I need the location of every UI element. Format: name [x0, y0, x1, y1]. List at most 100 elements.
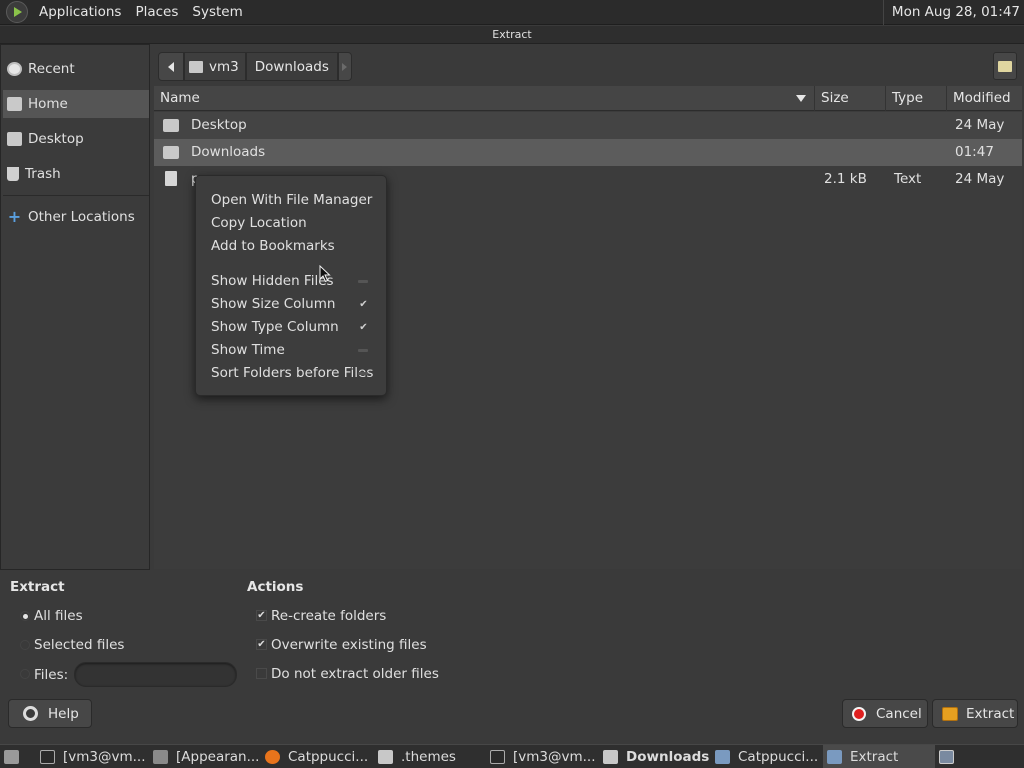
overwrite-files-label[interactable]: Overwrite existing files: [271, 634, 427, 656]
help-button-label: Help: [48, 705, 79, 722]
taskbar-item-label: Catppucci...: [738, 748, 819, 765]
sidebar-item-other-locations[interactable]: + Other Locations: [3, 203, 149, 231]
recreate-folders-label[interactable]: Re-create folders: [271, 605, 386, 627]
extract-archive-icon: [942, 706, 958, 721]
text-file-icon: [165, 171, 177, 186]
menu-applications[interactable]: Applications: [32, 0, 128, 25]
menu-item-label: Open With File Manager: [211, 192, 373, 208]
sidebar-divider: [3, 195, 149, 196]
home-icon: [189, 60, 203, 73]
menu-item-show-time[interactable]: Show Time: [211, 339, 381, 362]
sidebar-item-label: Recent: [28, 61, 75, 77]
selected-files-radio[interactable]: [20, 640, 30, 650]
files-pattern-input[interactable]: [74, 662, 237, 687]
cancel-icon: [852, 706, 866, 721]
file-name: Downloads: [191, 144, 266, 160]
taskbar-item-downloads[interactable]: Downloads: [599, 745, 711, 768]
menu-item-label: Copy Location: [211, 215, 307, 231]
file-name: Desktop: [191, 117, 247, 133]
folder-icon: [163, 146, 179, 159]
no-older-files-label[interactable]: Do not extract older files: [271, 663, 439, 685]
menu-item-open-with-file-manager[interactable]: Open With File Manager: [211, 189, 381, 212]
home-folder-icon: [7, 97, 22, 111]
path-bar: vm3 Downloads: [158, 52, 352, 81]
file-modified: 01:47: [955, 144, 994, 160]
path-forward-button[interactable]: [337, 52, 352, 81]
file-modified: 24 May: [955, 117, 1005, 133]
files-pattern-label[interactable]: Files:: [34, 664, 68, 686]
all-files-label[interactable]: All files: [34, 605, 83, 627]
menu-item-label: Show Type Column: [211, 319, 339, 335]
cancel-button[interactable]: Cancel: [842, 699, 928, 728]
show-desktop-icon: [4, 749, 19, 764]
folder-icon: [163, 119, 179, 132]
taskbar-item-label: Catppucci...: [288, 748, 369, 765]
clock[interactable]: Mon Aug 28, 01:47: [882, 0, 1024, 25]
menu-item-show-type-column[interactable]: Show Type Column ✔: [211, 316, 381, 339]
menu-item-sort-folders-before-files[interactable]: Sort Folders before Files: [211, 362, 381, 385]
unchecked-icon: [358, 276, 369, 287]
selected-files-label[interactable]: Selected files: [34, 634, 124, 656]
sidebar-item-trash[interactable]: Trash: [3, 160, 149, 188]
checkmark-icon: ✔: [359, 299, 368, 310]
column-header-name[interactable]: Name: [154, 86, 814, 111]
extract-section-title: Extract: [10, 579, 65, 595]
taskbar-item-extract[interactable]: Extract: [823, 745, 935, 768]
show-desktop-button[interactable]: [0, 745, 36, 768]
recreate-folders-checkbox[interactable]: ✔: [256, 610, 267, 621]
extract-button[interactable]: Extract: [932, 699, 1018, 728]
column-header-type[interactable]: Type: [885, 86, 946, 111]
taskbar-item-label: .themes: [401, 748, 456, 765]
menu-item-label: Sort Folders before Files: [211, 365, 374, 381]
unchecked-icon: [358, 368, 369, 379]
menu-item-label: Add to Bookmarks: [211, 238, 335, 254]
help-lifebuoy-icon: [23, 706, 38, 721]
taskbar-item-label: [Appearan...: [176, 748, 260, 765]
file-modified: 24 May: [955, 171, 1005, 187]
path-segment-home[interactable]: vm3: [184, 52, 246, 81]
sidebar-item-recent[interactable]: Recent: [3, 55, 149, 83]
distro-logo-icon[interactable]: [6, 1, 28, 23]
column-header-modified[interactable]: Modified: [946, 86, 1022, 111]
sidebar-item-home[interactable]: Home: [3, 90, 149, 118]
sidebar-item-desktop[interactable]: Desktop: [3, 125, 149, 153]
taskbar-item-archive-manager[interactable]: Catppucci...: [711, 745, 823, 768]
taskbar-item-label: [vm3@vm...: [63, 748, 146, 765]
menu-item-show-size-column[interactable]: Show Size Column ✔: [211, 293, 381, 316]
menu-system[interactable]: System: [185, 0, 249, 25]
column-header-size[interactable]: Size: [814, 86, 885, 111]
cancel-button-label: Cancel: [876, 705, 922, 722]
places-sidebar: Recent Home Desktop Trash + Other Locati…: [0, 44, 150, 570]
folder-icon: [603, 749, 618, 764]
folder-icon: [378, 749, 393, 764]
menu-item-show-hidden-files[interactable]: Show Hidden Files: [211, 270, 381, 293]
menu-item-copy-location[interactable]: Copy Location: [211, 212, 381, 235]
taskbar-item-terminal-1[interactable]: [vm3@vm...: [36, 745, 149, 768]
workspace-icon: [939, 749, 954, 764]
taskbar-item-appearance[interactable]: [Appearan...: [149, 745, 261, 768]
taskbar-item-themes-folder[interactable]: .themes: [374, 745, 486, 768]
window-title: Extract: [0, 26, 1024, 44]
sidebar-item-label: Desktop: [28, 131, 84, 147]
workspace-switcher[interactable]: [935, 745, 963, 768]
help-button[interactable]: Help: [8, 699, 92, 728]
overwrite-files-checkbox[interactable]: ✔: [256, 639, 267, 650]
create-folder-button[interactable]: [993, 52, 1017, 80]
path-back-button[interactable]: [158, 52, 184, 81]
taskbar-item-firefox[interactable]: Catppucci...: [261, 745, 374, 768]
actions-section-title: Actions: [247, 579, 304, 595]
new-folder-icon: [998, 60, 1012, 72]
table-row[interactable]: Downloads 01:47: [154, 139, 1022, 166]
no-older-files-checkbox[interactable]: [256, 668, 267, 679]
terminal-icon: [40, 749, 55, 764]
file-list-header: Name Size Type Modified: [154, 86, 1022, 111]
path-segment-downloads[interactable]: Downloads: [245, 52, 338, 81]
menu-item-add-to-bookmarks[interactable]: Add to Bookmarks: [211, 235, 381, 258]
menu-places[interactable]: Places: [128, 0, 185, 25]
plus-icon: +: [7, 207, 22, 226]
all-files-radio[interactable]: [20, 611, 30, 621]
files-pattern-radio[interactable]: [20, 669, 30, 679]
table-row[interactable]: Desktop 24 May: [154, 112, 1022, 139]
path-segment-label: Downloads: [254, 58, 329, 75]
taskbar-item-terminal-2[interactable]: [vm3@vm...: [486, 745, 599, 768]
